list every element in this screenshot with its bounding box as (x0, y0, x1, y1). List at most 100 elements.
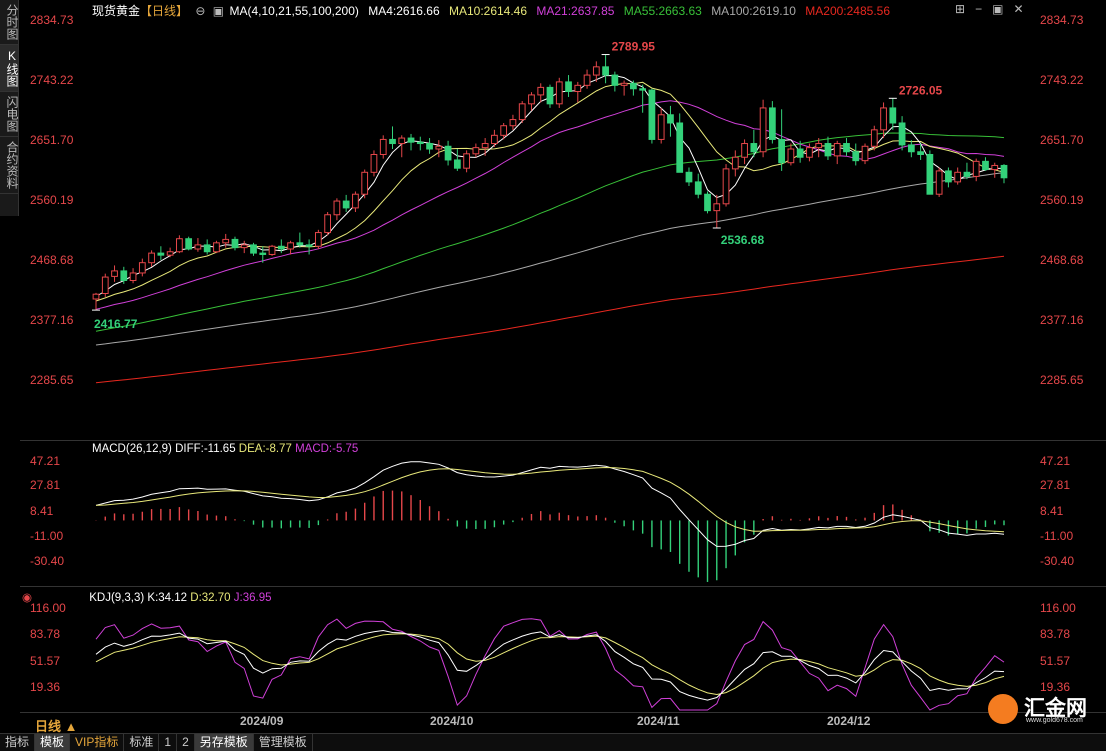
settings-icon[interactable]: ▣ (213, 4, 224, 18)
tab-template-2[interactable]: 2 (177, 734, 195, 751)
price-tick-right: 2743.22 (1040, 73, 1084, 87)
save-template-button[interactable]: 另存模板 (194, 734, 254, 751)
candle-body (954, 171, 962, 183)
price-tick-right: 2834.73 (1040, 13, 1084, 27)
candle-body (426, 143, 433, 150)
candle-body (907, 144, 915, 153)
high-price-label: 2726.05 (899, 83, 943, 97)
date-label: 2024/12 (827, 714, 871, 728)
candle-body (620, 82, 628, 86)
ma100-line (95, 172, 1005, 346)
candle-body (101, 276, 109, 295)
price-tick-right: 2468.68 (1040, 253, 1084, 267)
candle-body (991, 164, 999, 171)
candle-body (713, 203, 721, 212)
kdj-tick-right: 116.00 (1040, 601, 1076, 615)
price-tick-left: 2651.70 (30, 133, 74, 147)
ma10-value: MA10:2614.46 (448, 4, 528, 18)
macd-dea: DEA:-8.77 (238, 443, 292, 455)
candle-body (592, 66, 600, 76)
candle-body (972, 160, 980, 177)
ma100-value: MA100:2619.10 (711, 4, 796, 18)
macd-tick-left: -11.00 (30, 529, 64, 543)
candle-body (379, 138, 387, 155)
candle-body (880, 107, 887, 131)
candle-body (787, 148, 795, 164)
candle-body (305, 244, 313, 247)
price-tick-left: 2834.73 (30, 13, 74, 27)
macd-title: MACD(26,12,9) (92, 443, 172, 455)
candle-body (528, 94, 535, 105)
candle-body (314, 232, 322, 247)
kline-chart[interactable]: 2416.77 2789.95 2536.68 2726.05 (0, 0, 1106, 750)
candle-body (176, 238, 183, 253)
candle-body (759, 107, 767, 153)
candle-body (324, 214, 332, 234)
candle-body (963, 171, 971, 177)
ma21-line (95, 100, 1005, 310)
macd-header: MACD(26,12,9) DIFF:-11.65 DEA:-8.77 MACD… (92, 443, 358, 455)
low-price-label: 2536.68 (721, 233, 765, 247)
date-label: 2024/09 (240, 714, 284, 728)
candle-body (602, 66, 609, 76)
ma200-value: MA200:2485.56 (805, 4, 890, 18)
brand-watermark: 汇金网 www.gold678.com (988, 692, 1104, 728)
kdj-j-line (95, 618, 1005, 711)
candle-body (268, 245, 276, 255)
ma55-line (95, 132, 1005, 332)
brand-url: www.gold678.com (1026, 717, 1083, 724)
restore-icon[interactable]: ▣ (992, 2, 1003, 16)
close-icon[interactable]: ✕ (1013, 2, 1023, 16)
tab-standard[interactable]: 标准 (124, 734, 160, 751)
candle-body (277, 245, 285, 250)
tab-vip-indicators[interactable]: VIP指标 (70, 734, 125, 751)
price-tick-left: 2468.68 (30, 253, 74, 267)
ma4-value: MA4:2616.66 (368, 4, 440, 18)
candle-body (926, 153, 934, 195)
brand-logo-icon (988, 694, 1018, 724)
candle-body (222, 238, 230, 244)
candle-body (240, 244, 248, 249)
minus-icon[interactable]: − (975, 2, 982, 16)
lock-icon[interactable]: ⊖ (195, 4, 205, 18)
manage-templates-button[interactable]: 管理模板 (254, 734, 313, 751)
kdj-k-line (95, 629, 1005, 701)
macd-diff-line (95, 461, 1005, 547)
candle-body (815, 143, 823, 149)
candle-body (565, 81, 572, 92)
candle-body (768, 107, 776, 140)
template-bar: 指标 模板 VIP指标 标准 1 2 另存模板 管理模板 (0, 733, 1106, 751)
candle-body (213, 242, 220, 253)
symbol-name: 现货黄金 (92, 4, 141, 18)
candle-body (166, 251, 174, 256)
price-tick-right: 2377.16 (1040, 313, 1084, 327)
candle-body (500, 125, 508, 136)
candle-body (453, 159, 461, 169)
pane-divider[interactable] (20, 440, 1106, 441)
ma4-line (95, 75, 1005, 297)
candle-body (333, 200, 341, 216)
macd-tick-right: 27.81 (1040, 478, 1071, 492)
candle-body (472, 147, 480, 155)
macd-tick-right: 47.21 (1040, 454, 1071, 468)
grid-icon[interactable]: ⊞ (955, 2, 965, 16)
tab-template-1[interactable]: 1 (159, 734, 178, 751)
candle-body (481, 143, 489, 149)
candle-body (463, 153, 470, 169)
price-tick-right: 2285.65 (1040, 373, 1084, 387)
pane-divider[interactable] (20, 586, 1106, 587)
tab-indicators[interactable]: 指标 (0, 734, 36, 751)
price-tick-left: 2560.19 (30, 193, 74, 207)
kdj-tick-left: 83.78 (30, 627, 61, 641)
tab-templates[interactable]: 模板 (35, 734, 71, 751)
candle-body (574, 84, 582, 92)
candle-body (157, 252, 165, 256)
candle-body (370, 153, 378, 173)
candle-body (537, 86, 545, 96)
kdj-d: D:32.70 (190, 592, 231, 604)
macd-dea-line (95, 466, 1005, 533)
macd-tick-right: -30.40 (1040, 554, 1075, 568)
candle-body (138, 262, 146, 274)
candle-body (685, 171, 693, 183)
candle-body (648, 89, 656, 140)
